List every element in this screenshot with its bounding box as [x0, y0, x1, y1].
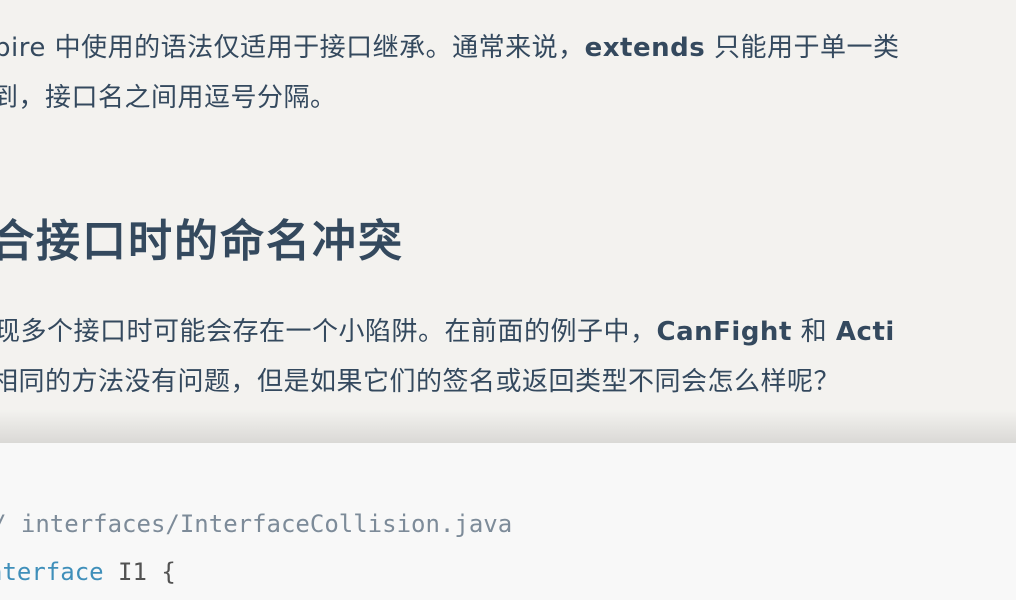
inline-code-extends: extends [584, 33, 706, 63]
text: 只能用于单一类 [705, 33, 900, 63]
section-heading: 合接口时的命名冲突 [0, 216, 404, 267]
code-keyword: nterface [0, 558, 104, 586]
inline-code-action: Acti [835, 317, 895, 347]
text: 现多个接口时可能会存在一个小陷阱。在前面的例子中， [0, 317, 657, 347]
paragraph-line: pire 中使用的语法仅适用于接口继承。通常来说，extends 只能用于单一类 [0, 27, 899, 64]
code-text: I1 { [103, 558, 176, 586]
inline-code-canfight: CanFight [656, 317, 792, 347]
text: 和 [791, 317, 836, 347]
text: pire 中使用的语法仅适用于接口继承。通常来说， [0, 33, 585, 63]
code-comment: / interfaces/InterfaceCollision.java [0, 510, 513, 538]
paragraph-line: 相同的方法没有问题，但是如果它们的签名或返回类型不同会怎么样呢？ [0, 367, 841, 397]
code-line: nterface I1 { [0, 558, 176, 586]
paragraph-line: 到，接口名之间用逗号分隔。 [0, 83, 337, 113]
paragraph-line: 现多个接口时可能会存在一个小陷阱。在前面的例子中，CanFight 和 Acti [0, 311, 895, 348]
code-block-shadow [0, 410, 1016, 444]
